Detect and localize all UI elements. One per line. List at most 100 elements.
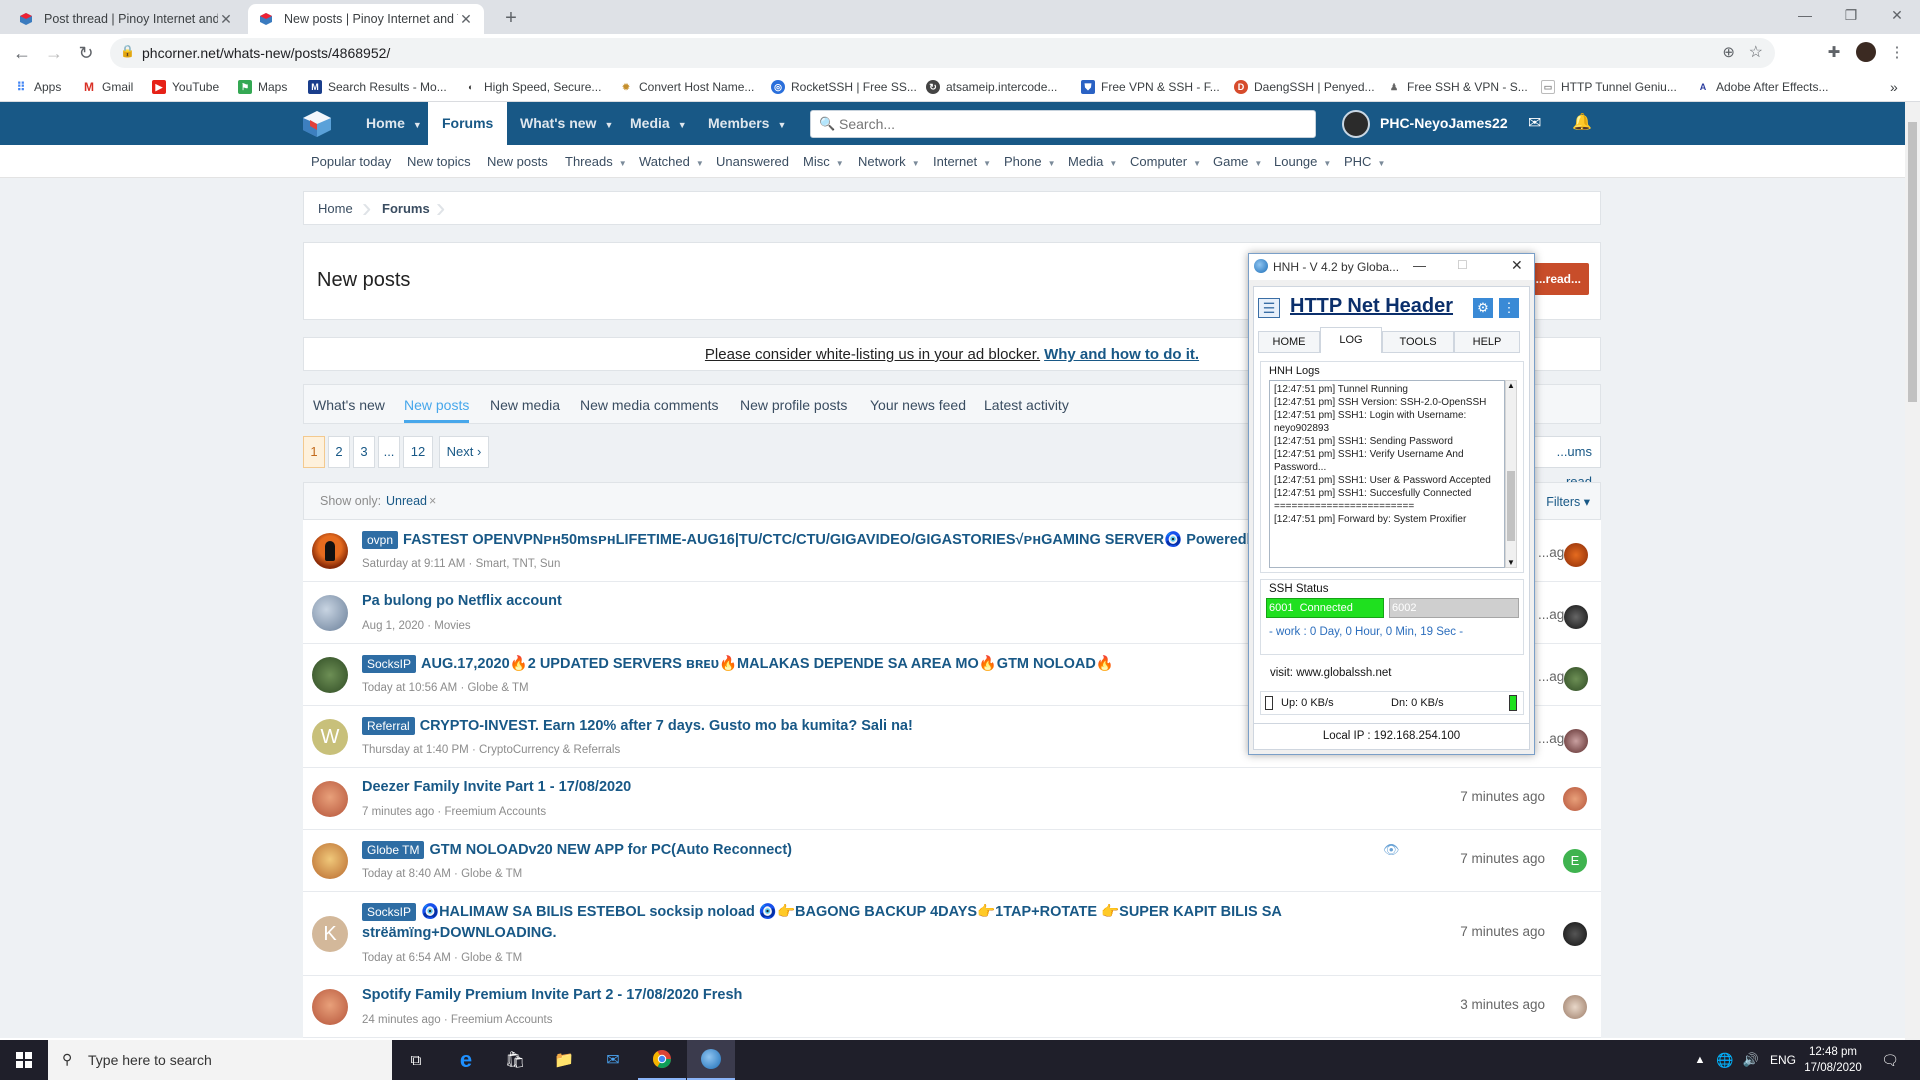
subnav-phone[interactable]: Phone ▼ bbox=[1004, 154, 1056, 169]
subnav-phc[interactable]: PHC ▼ bbox=[1344, 154, 1385, 169]
new-tab-button[interactable]: + bbox=[498, 6, 524, 32]
subnav-misc[interactable]: Misc ▼ bbox=[803, 154, 844, 169]
username-link[interactable]: PHC-NeyoJames22 bbox=[1380, 115, 1508, 131]
chrome-icon[interactable] bbox=[638, 1040, 686, 1080]
forward-icon[interactable]: → bbox=[42, 41, 66, 65]
minimize-window-button[interactable]: — bbox=[1782, 0, 1828, 30]
bookmark-http-tunnel[interactable]: ▭ HTTP Tunnel Geniu... bbox=[1541, 78, 1677, 96]
close-tab-icon[interactable]: ✕ bbox=[458, 11, 474, 28]
avatar[interactable] bbox=[312, 533, 348, 569]
page-2[interactable]: 2 bbox=[328, 436, 350, 468]
last-post-time[interactable]: 7 minutes ago bbox=[1460, 789, 1545, 804]
last-poster-avatar[interactable] bbox=[1563, 922, 1587, 946]
subnav-network[interactable]: Network ▼ bbox=[858, 154, 920, 169]
last-poster-avatar[interactable] bbox=[1564, 667, 1588, 691]
tab-new-media[interactable]: New media bbox=[490, 397, 560, 413]
browser-tab-new-posts[interactable]: New posts | Pinoy Internet and Te ✕ bbox=[248, 4, 484, 34]
bookmark-free-ssh-vpn[interactable]: ♟ Free SSH & VPN - S... bbox=[1387, 78, 1528, 96]
bookmark-adobe-ae[interactable]: A Adobe After Effects... bbox=[1696, 78, 1829, 96]
thread-title[interactable]: Deezer Family Invite Part 1 - 17/08/2020 bbox=[362, 779, 631, 795]
page-ellipsis[interactable]: ... bbox=[378, 436, 400, 468]
hnh-tab-home[interactable]: HOME bbox=[1258, 331, 1320, 353]
hnh-tab-help[interactable]: HELP bbox=[1454, 331, 1520, 353]
tab-your-news-feed[interactable]: Your news feed bbox=[870, 397, 966, 413]
restore-window-button[interactable]: ❐ bbox=[1828, 0, 1874, 30]
avatar[interactable] bbox=[312, 843, 348, 879]
subnav-new-topics[interactable]: New topics bbox=[407, 154, 471, 169]
subnav-lounge[interactable]: Lounge ▼ bbox=[1274, 154, 1331, 169]
envelope-icon[interactable]: ✉ bbox=[1528, 113, 1541, 133]
last-post-time[interactable]: 7 minutes ago bbox=[1460, 851, 1545, 866]
adblock-help-link[interactable]: Why and how to do it. bbox=[1044, 346, 1199, 363]
subnav-new-posts[interactable]: New posts bbox=[487, 154, 548, 169]
tab-new-media-comments[interactable]: New media comments bbox=[580, 397, 719, 413]
bookmark-youtube[interactable]: ▶ YouTube bbox=[152, 78, 219, 96]
last-poster-avatar[interactable] bbox=[1563, 995, 1587, 1019]
volume-icon[interactable]: 🔊 bbox=[1740, 1040, 1762, 1080]
thread-title[interactable]: Spotify Family Premium Invite Part 2 - 1… bbox=[362, 987, 742, 1003]
page-scrollbar[interactable] bbox=[1905, 102, 1920, 1040]
hnh-log-text[interactable]: [12:47:51 pm] Tunnel Running [12:47:51 p… bbox=[1269, 380, 1505, 568]
bookmark-free-vpn[interactable]: ⛊ Free VPN & SSH - F... bbox=[1081, 78, 1220, 96]
site-logo[interactable] bbox=[302, 110, 332, 138]
profile-avatar[interactable] bbox=[1855, 42, 1877, 64]
breadcrumb-forums[interactable]: Forums bbox=[382, 201, 430, 216]
thread-title[interactable]: SocksIP AUG.17,2020🔥2 UPDATED SERVERS ʙʀᴇ… bbox=[362, 655, 1114, 673]
avatar[interactable]: K bbox=[312, 916, 348, 952]
reload-icon[interactable]: ↻ bbox=[74, 41, 98, 65]
subnav-unanswered[interactable]: Unanswered bbox=[716, 154, 789, 169]
subnav-computer[interactable]: Computer ▼ bbox=[1130, 154, 1201, 169]
mail-icon[interactable]: ✉ bbox=[589, 1040, 637, 1080]
subnav-watched[interactable]: Watched ▼ bbox=[639, 154, 704, 169]
last-post-time[interactable]: 3 minutes ago bbox=[1460, 997, 1545, 1012]
remove-filter-icon[interactable]: × bbox=[429, 494, 436, 508]
mark-forums-read-button[interactable]: ...ums read bbox=[1530, 436, 1601, 489]
subnav-popular-today[interactable]: Popular today bbox=[311, 154, 391, 169]
back-icon[interactable]: ← bbox=[10, 41, 34, 65]
hnh-tab-tools[interactable]: TOOLS bbox=[1382, 331, 1454, 353]
last-poster-avatar[interactable] bbox=[1563, 787, 1587, 811]
edge-icon[interactable]: e bbox=[442, 1040, 490, 1080]
post-thread-button[interactable]: ...read... bbox=[1529, 263, 1589, 295]
thread-title[interactable]: ovpn FASTEST OPENVPNᴘʜ50msᴘʜLIFETIME-AUG1… bbox=[362, 531, 1281, 549]
thread-title-line2[interactable]: strëämïng+DOWNLOADING. bbox=[362, 925, 557, 941]
nav-home[interactable]: Home ▼ bbox=[352, 102, 436, 145]
scrollbar-thumb[interactable] bbox=[1908, 122, 1917, 402]
store-icon[interactable]: 🛍 bbox=[491, 1040, 539, 1080]
tab-new-profile-posts[interactable]: New profile posts bbox=[740, 397, 847, 413]
thread-title[interactable]: Pa bulong po Netflix account bbox=[362, 593, 562, 609]
tab-new-posts[interactable]: New posts bbox=[404, 397, 470, 423]
nav-media[interactable]: Media ▼ bbox=[616, 102, 701, 145]
hnh-taskbar-icon[interactable] bbox=[687, 1040, 735, 1080]
bookmark-rocketssh[interactable]: ◎ RocketSSH | Free SS... bbox=[771, 78, 917, 96]
subnav-media[interactable]: Media ▼ bbox=[1068, 154, 1117, 169]
file-explorer-icon[interactable]: 📁 bbox=[540, 1040, 588, 1080]
hnh-menu-icon[interactable]: ☰ bbox=[1258, 298, 1280, 318]
breadcrumb-home[interactable]: Home bbox=[318, 201, 353, 216]
subnav-internet[interactable]: Internet ▼ bbox=[933, 154, 991, 169]
last-poster-avatar[interactable]: E bbox=[1563, 849, 1587, 873]
last-poster-avatar[interactable] bbox=[1564, 729, 1588, 753]
notifications-icon[interactable]: 🗨 bbox=[1874, 1040, 1906, 1080]
bookmark-gmail[interactable]: M Gmail bbox=[82, 78, 133, 96]
filter-unread[interactable]: Unread × bbox=[386, 494, 436, 508]
list-item[interactable]: Spotify Family Premium Invite Part 2 - 1… bbox=[303, 976, 1601, 1038]
thread-title[interactable]: Referral CRYPTO-INVEST. Earn 120% after 7… bbox=[362, 717, 913, 735]
site-search[interactable]: 🔍 bbox=[810, 110, 1316, 138]
bookmark-high-speed[interactable]: ◐ High Speed, Secure... bbox=[464, 78, 601, 96]
bookmark-apps[interactable]: ⠿ Apps bbox=[14, 78, 61, 96]
next-page-button[interactable]: Next › bbox=[439, 436, 489, 468]
hnh-tab-log[interactable]: LOG bbox=[1320, 327, 1382, 353]
hnh-minimize-button[interactable]: — bbox=[1413, 258, 1426, 273]
last-poster-avatar[interactable] bbox=[1564, 605, 1588, 629]
bookmark-maps[interactable]: ⚑ Maps bbox=[238, 78, 287, 96]
subnav-threads[interactable]: Threads ▼ bbox=[565, 154, 627, 169]
tab-whats-new[interactable]: What's new bbox=[313, 397, 385, 413]
taskbar-search-box[interactable]: ⚲ Type here to search bbox=[48, 1040, 392, 1080]
hnh-visit-link[interactable]: visit: www.globalssh.net bbox=[1270, 667, 1391, 679]
more-bookmarks-icon[interactable]: » bbox=[1890, 78, 1898, 96]
windows-start-icon[interactable] bbox=[0, 1040, 48, 1080]
subnav-game[interactable]: Game ▼ bbox=[1213, 154, 1262, 169]
extensions-icon[interactable]: ✚ bbox=[1823, 42, 1845, 64]
thread-title[interactable]: SocksIP 🧿HALIMAW SA BILIS ESTEBOL socksip… bbox=[362, 903, 1282, 921]
